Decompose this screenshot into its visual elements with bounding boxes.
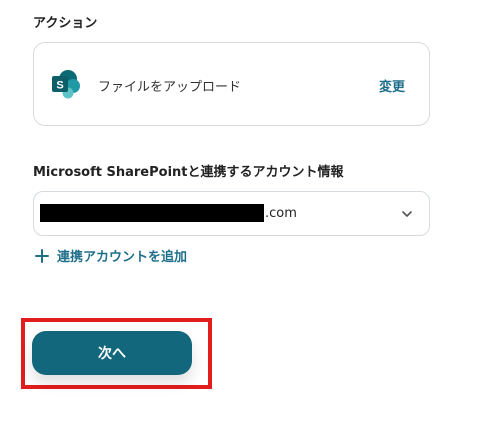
redacted-email-block (40, 204, 264, 222)
plus-icon (35, 248, 49, 263)
action-section-label: アクション (33, 16, 98, 31)
action-card: S ファイルをアップロード 変更 (33, 42, 430, 126)
add-account-link[interactable]: 連携アカウントを追加 (35, 246, 187, 265)
chevron-down-icon (402, 211, 412, 217)
action-name: ファイルをアップロード (98, 80, 242, 95)
next-button[interactable]: 次へ (32, 331, 192, 375)
account-select[interactable]: .com (33, 191, 430, 236)
selected-account: .com (40, 204, 297, 222)
sharepoint-icon: S (52, 70, 80, 99)
svg-text:S: S (56, 80, 63, 92)
selected-account-suffix: .com (265, 205, 297, 221)
change-action-link[interactable]: 変更 (379, 76, 405, 95)
add-account-label: 連携アカウントを追加 (57, 250, 188, 265)
account-section-label: Microsoft SharePointと連携するアカウント情報 (33, 165, 344, 180)
